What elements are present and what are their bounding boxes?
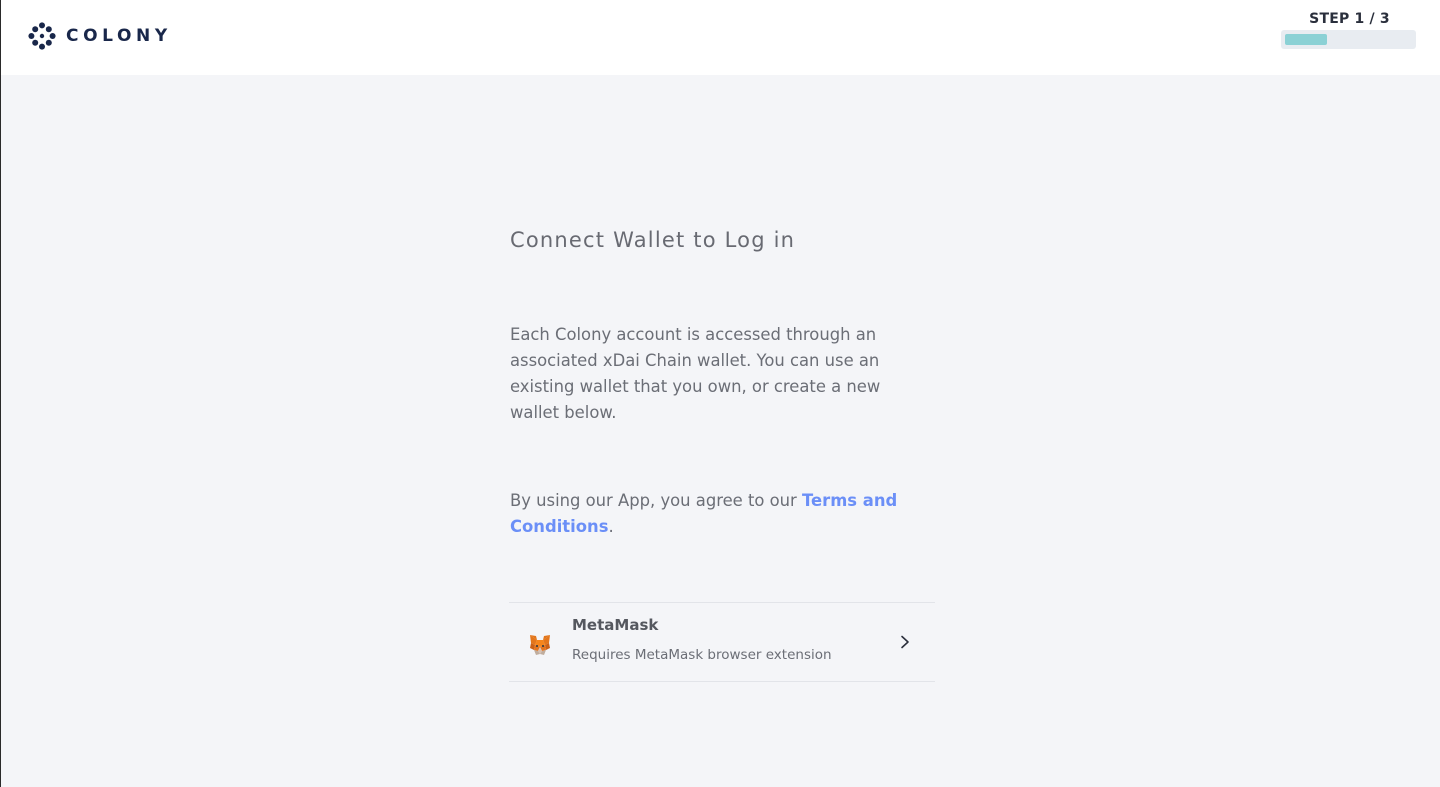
wallet-option-metamask[interactable]: MetaMask Requires MetaMask browser exten… [509, 602, 935, 682]
wallet-description: Each Colony account is accessed through … [510, 325, 881, 422]
wallet-name: MetaMask [572, 616, 659, 634]
terms-suffix: . [608, 517, 614, 536]
wallet-subtitle: Requires MetaMask browser extension [572, 647, 832, 663]
colony-logo-icon [28, 22, 56, 50]
step-label: STEP 1 / 3 [1309, 11, 1390, 27]
progress-fill [1285, 34, 1327, 45]
brand-name: COLONY [66, 26, 172, 46]
step-indicator: STEP 1 / 3 [1281, 11, 1416, 49]
page-title: Connect Wallet to Log in [510, 228, 796, 252]
metamask-fox-icon [530, 635, 550, 655]
terms-prefix: By using our App, you agree to our [510, 491, 803, 510]
colony-logo-link[interactable]: COLONY [28, 22, 172, 50]
terms-notice: By using our App, you agree to our Terms… [510, 488, 910, 540]
top-bar: COLONY STEP 1 / 3 [1, 0, 1440, 75]
progress-bar [1281, 30, 1416, 49]
page: COLONY STEP 1 / 3 Connect Wallet to Log … [0, 0, 1440, 787]
chevron-right-icon [901, 635, 909, 649]
